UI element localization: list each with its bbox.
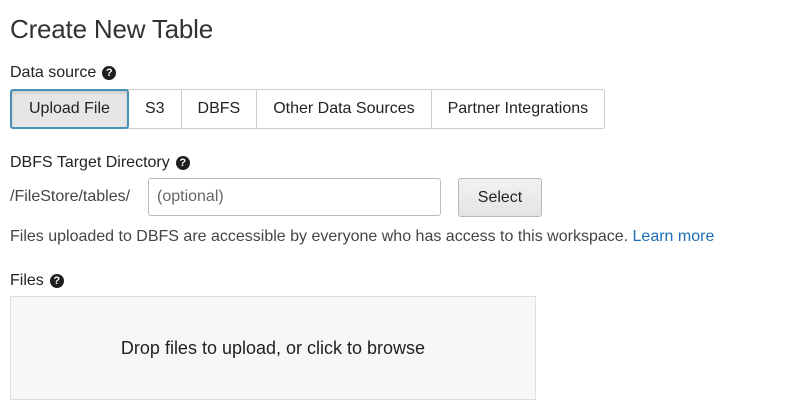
page-title: Create New Table: [10, 14, 213, 44]
tab-upload-file[interactable]: Upload File: [10, 89, 129, 129]
data-source-label-text: Data source: [10, 64, 97, 81]
tab-dbfs[interactable]: DBFS: [182, 90, 258, 128]
question-circle-icon[interactable]: ?: [102, 66, 117, 80]
data-source-tabs: Upload File S3 DBFS Other Data Sources P…: [10, 89, 606, 129]
tab-partner-integrations[interactable]: Partner Integrations: [432, 90, 605, 128]
question-circle-icon[interactable]: ?: [49, 274, 64, 288]
tab-other-data-sources[interactable]: Other Data Sources: [257, 90, 432, 128]
file-dropzone[interactable]: Drop files to upload, or click to browse: [10, 296, 536, 400]
question-circle-icon[interactable]: ?: [175, 156, 190, 170]
files-label: Files ?: [10, 272, 64, 290]
dbfs-access-note: Files uploaded to DBFS are accessible by…: [10, 228, 714, 246]
create-table-page: Create New Table Data source ? Upload Fi…: [0, 0, 796, 410]
tab-s3[interactable]: S3: [129, 90, 182, 128]
directory-prefix: /FileStore/tables/: [10, 188, 131, 205]
learn-more-link[interactable]: Learn more: [633, 228, 715, 245]
target-directory-label-text: DBFS Target Directory: [10, 154, 170, 171]
target-directory-label: DBFS Target Directory ?: [10, 154, 190, 172]
data-source-label: Data source ?: [10, 64, 117, 82]
select-button[interactable]: Select: [458, 178, 542, 217]
dropzone-text: Drop files to upload, or click to browse: [120, 337, 426, 358]
files-label-text: Files: [10, 272, 44, 289]
target-directory-input[interactable]: [148, 178, 441, 216]
dbfs-access-note-text: Files uploaded to DBFS are accessible by…: [10, 228, 633, 245]
